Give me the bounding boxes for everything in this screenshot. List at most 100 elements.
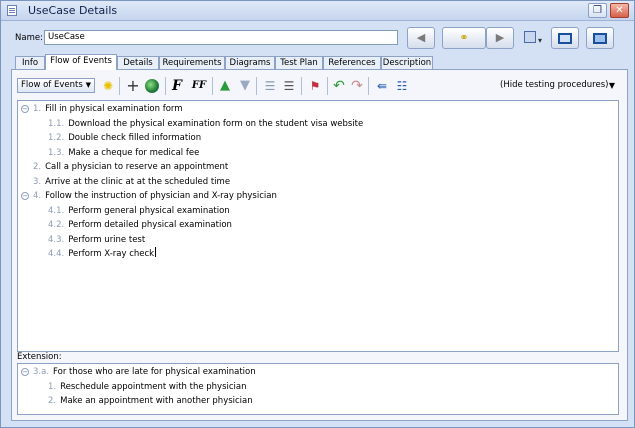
step-text[interactable]: Double check filled information	[68, 133, 201, 143]
flag-icon[interactable]: ⚑	[306, 77, 324, 95]
step-text[interactable]: Perform general physical examination	[68, 206, 229, 216]
step-row[interactable]: −4. Follow the instruction of physician a…	[18, 189, 618, 203]
toolbar-separator	[212, 77, 213, 95]
step-text[interactable]: Download the physical examination form o…	[68, 119, 363, 129]
text-cursor	[155, 247, 157, 257]
step-number: 2.	[48, 396, 57, 406]
step-number: 1.	[48, 381, 57, 392]
step-text[interactable]: For those who are late for physical exam…	[53, 367, 256, 377]
fit-window-icon	[558, 33, 572, 44]
toolbar-separator	[256, 77, 257, 95]
document-icon	[7, 5, 17, 16]
step-number: 1.3.	[48, 147, 65, 158]
step-text[interactable]: Arrive at the clinic at at the scheduled…	[45, 177, 230, 187]
redo-icon[interactable]: ↷	[348, 77, 366, 95]
flow-toolbar: Flow of Events ▼ ✺ + F FF ▲ ▼ ☰ ☰ ⚑ ↶ ↷ …	[12, 70, 627, 100]
flow-of-events-panel: Flow of Events ▼ ✺ + F FF ▲ ▼ ☰ ☰ ⚑ ↶ ↷ …	[11, 69, 628, 421]
chevron-down-icon: ▼	[85, 81, 91, 89]
step-number: 4.4.	[48, 249, 65, 259]
forward-button[interactable]: ▶	[486, 27, 514, 49]
usecase-details-window: UseCase Details ❐ ✕ Name: UseCase ◀ ⚭ ▶ …	[0, 0, 635, 428]
steps-list[interactable]: −1. Fill in physical examination form 1.1.…	[17, 100, 619, 352]
step-row[interactable]: 1.1. Download the physical examination fo…	[18, 117, 618, 131]
step-number: 1.	[33, 104, 42, 114]
tab-description[interactable]: Description	[381, 56, 433, 70]
extension-list[interactable]: −3.a. For those who are late for physical…	[17, 363, 619, 415]
fit-window-button[interactable]	[551, 27, 579, 49]
step-row[interactable]: 4.1. Perform general physical examination	[18, 204, 618, 218]
back-button[interactable]: ◀	[407, 27, 435, 49]
undo-icon[interactable]: ↶	[330, 77, 348, 95]
collapse-toggle-icon[interactable]: −	[21, 192, 29, 200]
tab-requirements[interactable]: Requirements	[159, 56, 225, 70]
open-window-icon	[593, 33, 607, 44]
step-text[interactable]: Make an appointment with another physici…	[60, 396, 253, 406]
step-row[interactable]: −1. Fill in physical examination form	[18, 102, 618, 116]
checklist-icon[interactable]: ☷	[393, 77, 411, 95]
tab-info[interactable]: Info	[15, 56, 45, 70]
step-number: 3.a.	[33, 367, 50, 377]
flow-type-select[interactable]: Flow of Events ▼	[17, 78, 95, 93]
tab-references[interactable]: References	[323, 56, 381, 70]
step-number: 1.1.	[48, 118, 65, 129]
collapse-toggle-icon[interactable]: −	[21, 368, 29, 376]
step-text[interactable]: Reschedule appointment with the physicia…	[60, 382, 246, 392]
step-row[interactable]: 3. Arrive at the clinic at at the schedul…	[18, 175, 618, 189]
extension-label: Extension:	[17, 352, 62, 362]
toolbar-separator	[368, 77, 369, 95]
step-number: 4.	[33, 191, 42, 201]
tab-details[interactable]: Details	[117, 56, 159, 70]
name-input[interactable]: UseCase	[44, 30, 398, 45]
extension-row[interactable]: −3.a. For those who are late for physical…	[18, 365, 618, 379]
link-button[interactable]: ⚭	[442, 27, 486, 49]
step-number: 4.3.	[48, 234, 65, 245]
step-row[interactable]: 4.2. Perform detailed physical examinatio…	[18, 218, 618, 232]
testing-procedures-select[interactable]: (Hide testing procedures) ▼	[496, 79, 618, 94]
add-step-icon[interactable]: +	[124, 77, 142, 95]
step-text[interactable]: Perform X-ray check	[68, 249, 154, 259]
stereotype-icon	[523, 31, 536, 43]
step-row[interactable]: 1.3. Make a cheque for medical fee	[18, 146, 618, 160]
step-number: 1.2.	[48, 133, 65, 143]
stereotype-dropdown-button[interactable]: ▾	[518, 27, 548, 49]
extension-row[interactable]: 2. Make an appointment with another physi…	[18, 394, 618, 408]
outdent-icon[interactable]: ☰	[261, 77, 279, 95]
move-down-icon[interactable]: ▼	[236, 77, 254, 95]
extension-row[interactable]: 1. Reschedule appointment with the physic…	[18, 380, 618, 394]
name-label: Name:	[15, 33, 43, 43]
step-text[interactable]: Follow the instruction of physician and …	[45, 191, 277, 201]
indent-icon[interactable]: ☰	[280, 77, 298, 95]
testing-procedures-value: (Hide testing procedures)	[500, 80, 609, 90]
flow-type-value: Flow of Events	[21, 80, 83, 90]
step-text[interactable]: Fill in physical examination form	[45, 104, 182, 114]
restore-button[interactable]: ❐	[588, 3, 607, 18]
step-number: 4.2.	[48, 220, 65, 230]
step-row[interactable]: 4.4. Perform X-ray check	[18, 247, 618, 261]
step-number: 2.	[33, 162, 42, 172]
close-button[interactable]: ✕	[610, 3, 629, 18]
step-row[interactable]: 4.3. Perform urine test	[18, 233, 618, 247]
tab-flow-of-events[interactable]: Flow of Events	[45, 54, 117, 70]
globe-icon[interactable]	[143, 77, 161, 95]
step-row[interactable]: 1.2. Double check filled information	[18, 131, 618, 145]
font-size-icon[interactable]: FF	[190, 77, 208, 95]
step-text[interactable]: Make a cheque for medical fee	[68, 148, 199, 158]
window-title: UseCase Details	[28, 4, 118, 17]
step-number: 3.	[33, 176, 42, 187]
title-bar: UseCase Details ❐ ✕	[1, 1, 634, 21]
step-text[interactable]: Perform detailed physical examination	[68, 220, 232, 230]
split-icon[interactable]: ⇚	[373, 77, 391, 95]
toolbar-separator	[165, 77, 166, 95]
open-window-button[interactable]	[586, 27, 614, 49]
move-up-icon[interactable]: ▲	[216, 77, 234, 95]
toolbar-separator	[119, 77, 120, 95]
tab-diagrams[interactable]: Diagrams	[225, 56, 275, 70]
dropdown-caret-icon: ▾	[537, 36, 542, 45]
step-text[interactable]: Perform urine test	[68, 235, 145, 245]
tab-test-plan[interactable]: Test Plan	[275, 56, 323, 70]
font-icon[interactable]: F	[168, 77, 186, 95]
step-row[interactable]: 2. Call a physician to reserve an appoint…	[18, 160, 618, 174]
sparkle-icon[interactable]: ✺	[99, 77, 117, 95]
collapse-toggle-icon[interactable]: −	[21, 105, 29, 113]
step-text[interactable]: Call a physician to reserve an appointme…	[45, 162, 228, 172]
